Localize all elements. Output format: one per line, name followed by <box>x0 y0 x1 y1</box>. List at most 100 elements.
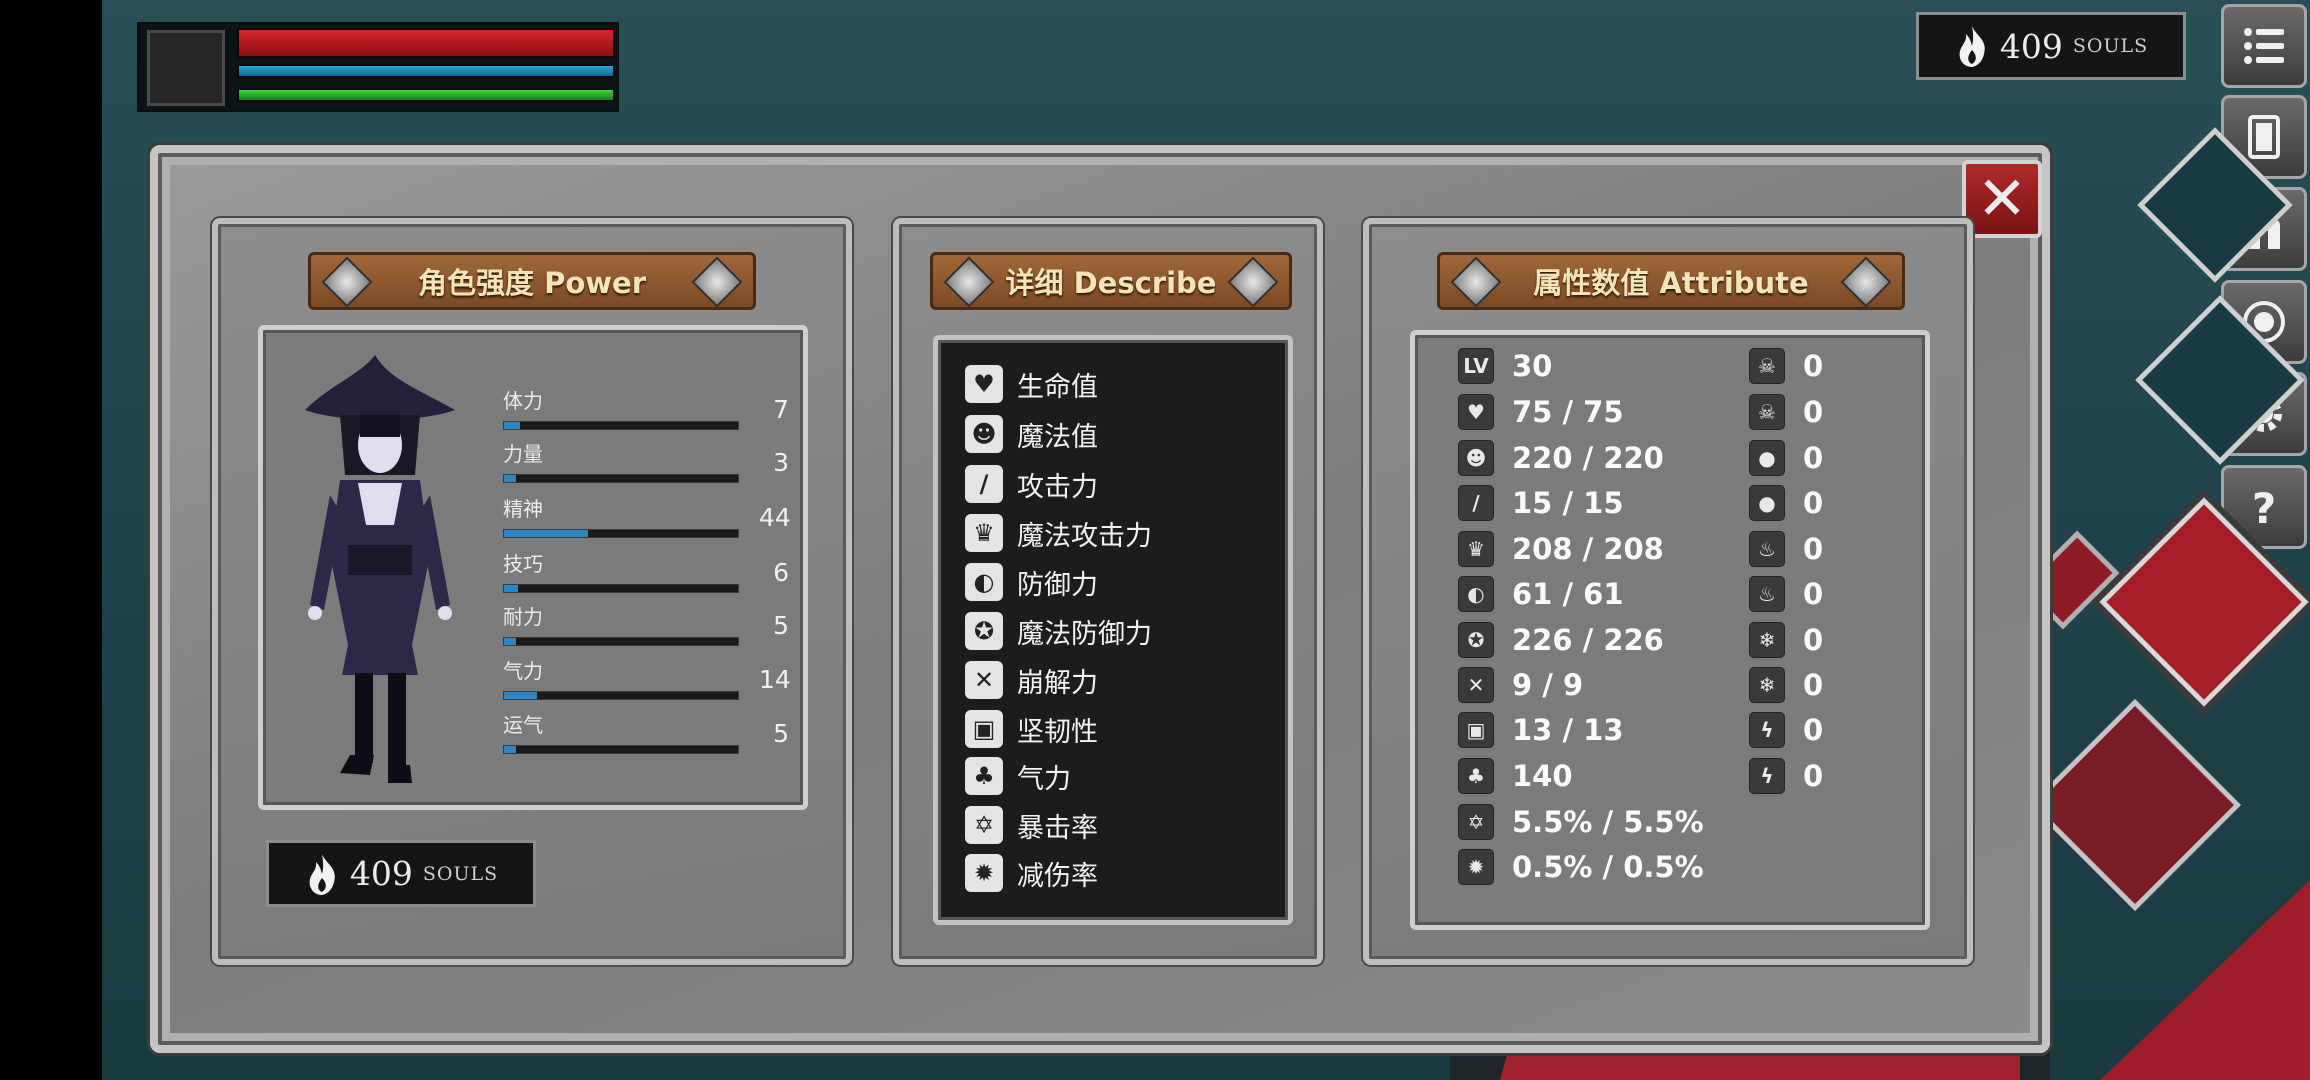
describe-row: ✪ 魔法防御力 <box>965 611 1152 651</box>
attribute-value: 75 / 75 <box>1512 395 1624 429</box>
stat-row: 体力 7 <box>503 385 789 430</box>
scene-corner <box>2100 880 2310 1080</box>
stat-value: 5 <box>773 611 789 640</box>
gem-icon <box>943 256 995 308</box>
attribute-value: 61 / 61 <box>1512 577 1624 611</box>
describe-row: ✡ 暴击率 <box>965 805 1098 845</box>
attack-action[interactable] <box>2028 698 2242 912</box>
attribute-value: 0 <box>1803 668 1824 702</box>
attribute-row: ◐ 61 / 61 <box>1458 575 1624 613</box>
stat-bar <box>503 637 739 646</box>
attribute-row: ✪ 226 / 226 <box>1458 621 1664 659</box>
gem-icon <box>321 256 373 308</box>
attribute-title: 属性数值 Attribute <box>1533 266 1809 300</box>
attribute-value: 0 <box>1803 713 1824 747</box>
describe-row: ♥ 生命值 <box>965 364 1098 404</box>
flame-icon <box>1959 26 1985 67</box>
stat-row: 耐力 5 <box>503 601 789 646</box>
describe-label: 气力 <box>1017 763 1071 795</box>
gem-icon <box>1840 256 1892 308</box>
stat-bar <box>503 745 739 754</box>
head-icon: ☻ <box>1458 440 1494 476</box>
describe-label: 防御力 <box>1017 569 1098 601</box>
stat-bar <box>503 474 739 483</box>
describe-label: 减伤率 <box>1017 860 1098 892</box>
attribute-value: 0 <box>1803 577 1824 611</box>
break-icon: ✕ <box>1458 667 1494 703</box>
sword-icon: / <box>965 465 1003 503</box>
heart-icon: ♥ <box>965 365 1003 403</box>
frost-resist-icon: ❄ <box>1749 667 1785 703</box>
crown-icon: ♛ <box>965 514 1003 552</box>
stat-name: 技巧 <box>503 552 543 576</box>
close-button[interactable]: ✕ <box>1962 160 2042 238</box>
souls-unit: SOULS <box>2072 35 2149 57</box>
attribute-row: ❄ 0 <box>1749 621 1823 659</box>
attribute-value: 0 <box>1803 349 1824 383</box>
stat-row: 精神 44 <box>503 493 791 538</box>
power-title-plank: 角色强度 Power <box>308 252 756 310</box>
flame-icon <box>309 853 335 895</box>
stat-value: 7 <box>773 395 789 424</box>
attribute-value: 30 <box>1512 349 1553 383</box>
describe-row: ♣ 气力 <box>965 756 1071 796</box>
stat-row: 气力 14 <box>503 655 791 700</box>
describe-row: ☻ 魔法值 <box>965 414 1098 454</box>
frost-icon: ❄ <box>1749 622 1785 658</box>
stat-row: 运气 5 <box>503 709 789 754</box>
describe-label: 坚韧性 <box>1017 716 1098 748</box>
stat-bar <box>503 691 739 700</box>
blood-icon: ● <box>1749 440 1785 476</box>
stat-value: 14 <box>759 665 791 694</box>
stat-value: 6 <box>773 558 789 587</box>
attribute-row: ♨ 0 <box>1749 575 1823 613</box>
describe-row: ♛ 魔法攻击力 <box>965 513 1152 553</box>
shield-icon: ◐ <box>1458 576 1494 612</box>
svg-text:?: ? <box>2252 484 2276 533</box>
lightning-icon: ϟ <box>1749 712 1785 748</box>
describe-label: 攻击力 <box>1017 471 1098 503</box>
star-icon: ✡ <box>965 806 1003 844</box>
describe-title-plank: 详细 Describe <box>930 252 1292 310</box>
describe-label: 魔法防御力 <box>1017 618 1152 650</box>
helmet-icon: ▣ <box>965 710 1003 748</box>
player-portrait[interactable] <box>147 30 225 106</box>
fire-icon: ♨ <box>1749 531 1785 567</box>
door-icon <box>2248 115 2280 159</box>
souls-counter-top: 409 SOULS <box>1916 12 2186 80</box>
describe-label: 崩解力 <box>1017 667 1098 699</box>
attribute-row: / 15 / 15 <box>1458 484 1624 522</box>
souls-value: 409 <box>1999 26 2063 66</box>
attribute-row: ϟ0 <box>1749 711 1823 749</box>
lightning-resist-icon: ϟ <box>1749 758 1785 794</box>
question-icon: ? <box>2252 484 2276 533</box>
attribute-row: ☠ 0 <box>1749 393 1823 431</box>
health-bar <box>237 28 615 58</box>
attribute-value: 208 / 208 <box>1512 532 1664 566</box>
player-hud <box>137 22 619 112</box>
reduce-icon: ✹ <box>1458 849 1494 885</box>
attribute-value: 0 <box>1803 532 1824 566</box>
attribute-value: 0 <box>1803 623 1824 657</box>
fire-resist-icon: ♨ <box>1749 576 1785 612</box>
describe-row: ✕ 崩解力 <box>965 660 1098 700</box>
attribute-row: ♨ 0 <box>1749 530 1823 568</box>
screen-edge <box>0 0 102 1080</box>
head-icon: ☻ <box>965 415 1003 453</box>
reduce-icon: ✹ <box>965 854 1003 892</box>
heart-icon: ♥ <box>1458 394 1494 430</box>
describe-label: 生命值 <box>1017 371 1098 403</box>
stat-name: 气力 <box>503 659 543 683</box>
gem-icon <box>691 256 743 308</box>
menu-list-button[interactable] <box>2221 4 2307 88</box>
souls-value: 409 <box>349 854 413 893</box>
break-icon: ✕ <box>965 661 1003 699</box>
blood-resist-icon: ● <box>1749 485 1785 521</box>
attribute-value: 0 <box>1803 441 1824 475</box>
souls-unit: SOULS <box>422 862 499 885</box>
gem-icon <box>1450 256 1502 308</box>
stat-row: 技巧 6 <box>503 548 789 593</box>
stat-value: 44 <box>759 503 791 532</box>
lungs-icon: ♣ <box>1458 758 1494 794</box>
attribute-row: ✹ 0.5% / 0.5% <box>1458 848 1704 886</box>
